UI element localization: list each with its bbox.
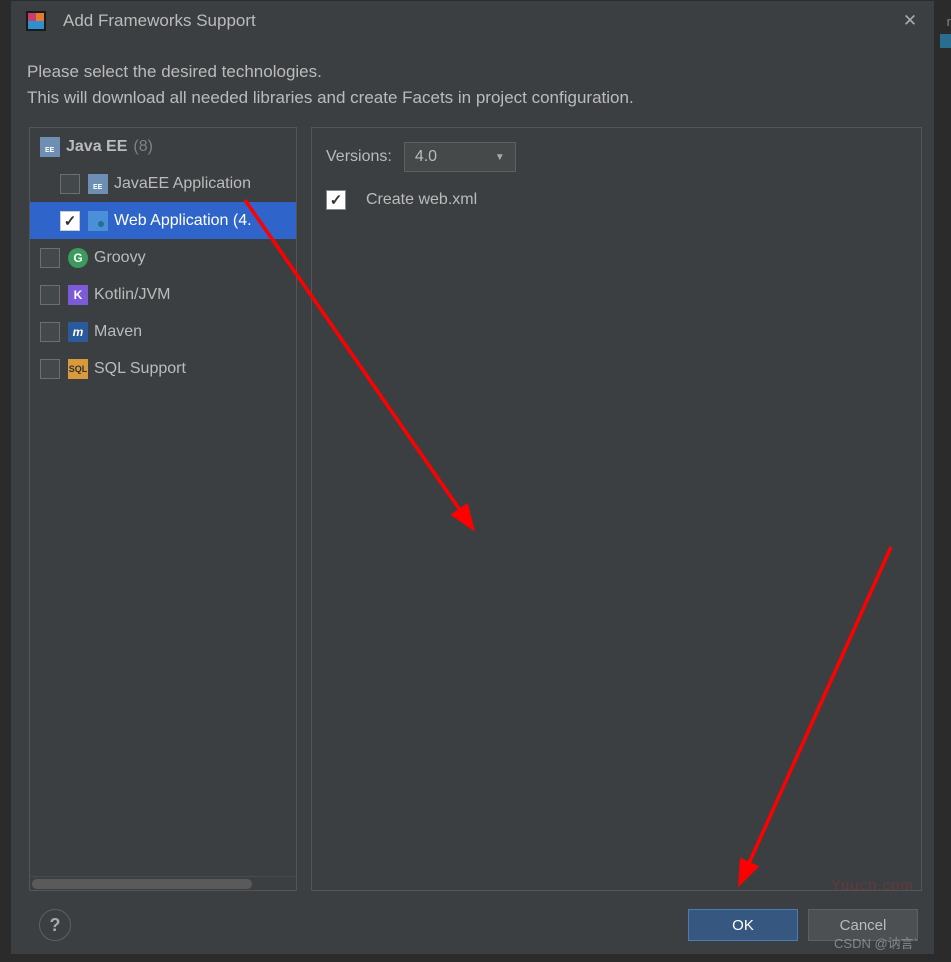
tree-item-maven[interactable]: m Maven bbox=[30, 313, 296, 350]
dialog-description: Please select the desired technologies. … bbox=[11, 41, 934, 121]
create-webxml-row: Create web.xml bbox=[326, 190, 907, 210]
tree-item-label: Kotlin/JVM bbox=[94, 286, 170, 304]
tree-item-groovy[interactable]: G Groovy bbox=[30, 239, 296, 276]
tree-item-javaee-application[interactable]: EE JavaEE Application bbox=[30, 165, 296, 202]
main-panel: EE Java EE (8) EE JavaEE Application bbox=[11, 121, 934, 891]
description-line-2: This will download all needed libraries … bbox=[27, 85, 918, 111]
folder-icon: EE bbox=[40, 137, 60, 157]
chevron-down-icon: ▼ bbox=[495, 152, 505, 163]
app-icon bbox=[25, 10, 47, 32]
versions-select[interactable]: 4.0 ▼ bbox=[404, 142, 516, 172]
tree-item-web-application[interactable]: Web Application (4. bbox=[30, 202, 296, 239]
dialog-footer: ? OK Cancel bbox=[11, 896, 934, 954]
description-line-1: Please select the desired technologies. bbox=[27, 59, 918, 85]
versions-row: Versions: 4.0 ▼ bbox=[326, 142, 907, 172]
tree-item-label: Maven bbox=[94, 323, 142, 341]
tree-group-java-ee[interactable]: EE Java EE (8) bbox=[30, 128, 296, 165]
tree-item-sql-support[interactable]: SQL SQL Support bbox=[30, 350, 296, 387]
tree-item-kotlin[interactable]: K Kotlin/JVM bbox=[30, 276, 296, 313]
scrollbar-thumb[interactable] bbox=[32, 879, 252, 889]
web-icon bbox=[88, 211, 108, 231]
help-button[interactable]: ? bbox=[39, 909, 71, 941]
folder-icon: EE bbox=[88, 174, 108, 194]
checkbox-sql-support[interactable] bbox=[40, 359, 60, 379]
svg-text:EE: EE bbox=[93, 184, 103, 191]
tree-item-label: SQL Support bbox=[94, 360, 186, 378]
tree-item-label: Web Application (4. bbox=[114, 212, 252, 230]
groovy-icon: G bbox=[68, 248, 88, 268]
watermark-csdn: CSDN @讷言` bbox=[834, 933, 918, 952]
create-webxml-label: Create web.xml bbox=[366, 191, 477, 209]
technology-tree-pane: EE Java EE (8) EE JavaEE Application bbox=[29, 127, 297, 891]
background-fragment bbox=[940, 34, 951, 48]
maven-icon: m bbox=[68, 322, 88, 342]
checkbox-javaee-application[interactable] bbox=[60, 174, 80, 194]
tree-group-label: Java EE bbox=[66, 138, 127, 156]
tree-item-label: Groovy bbox=[94, 249, 146, 267]
horizontal-scrollbar[interactable] bbox=[30, 876, 296, 890]
tree-item-label: JavaEE Application bbox=[114, 175, 251, 193]
dialog-title: Add Frameworks Support bbox=[63, 11, 900, 31]
titlebar: Add Frameworks Support ✕ bbox=[11, 1, 934, 41]
sql-icon: SQL bbox=[68, 359, 88, 379]
checkbox-web-application[interactable] bbox=[60, 211, 80, 231]
checkbox-groovy[interactable] bbox=[40, 248, 60, 268]
watermark-site: Yuucn.com bbox=[831, 877, 914, 894]
options-pane: Versions: 4.0 ▼ Create web.xml bbox=[311, 127, 922, 891]
close-button[interactable]: ✕ bbox=[900, 11, 920, 31]
svg-text:EE: EE bbox=[45, 147, 55, 154]
dialog-add-frameworks: Add Frameworks Support ✕ Please select t… bbox=[10, 0, 935, 955]
technology-tree[interactable]: EE Java EE (8) EE JavaEE Application bbox=[30, 128, 296, 876]
versions-selected-value: 4.0 bbox=[415, 148, 437, 166]
checkbox-kotlin[interactable] bbox=[40, 285, 60, 305]
background-fragment-text: r bbox=[947, 14, 951, 29]
kotlin-icon: K bbox=[68, 285, 88, 305]
versions-label: Versions: bbox=[326, 148, 392, 166]
checkbox-maven[interactable] bbox=[40, 322, 60, 342]
ok-button[interactable]: OK bbox=[688, 909, 798, 941]
checkbox-create-webxml[interactable] bbox=[326, 190, 346, 210]
tree-group-badge: (8) bbox=[133, 138, 153, 156]
